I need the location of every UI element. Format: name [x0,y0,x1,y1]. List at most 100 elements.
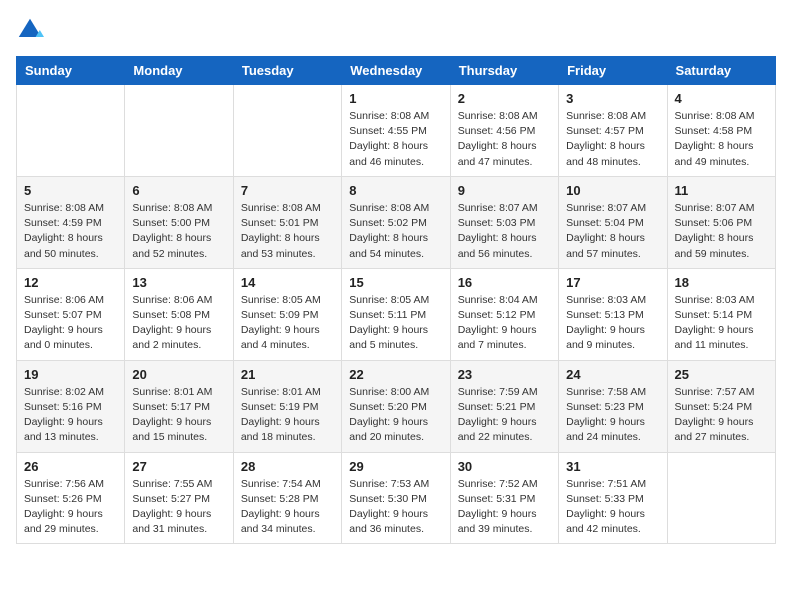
calendar-header: SundayMondayTuesdayWednesdayThursdayFrid… [17,57,776,85]
day-info: Sunrise: 7:56 AM Sunset: 5:26 PM Dayligh… [24,477,117,538]
calendar-cell: 31 Sunrise: 7:51 AM Sunset: 5:33 PM Dayli… [559,452,667,544]
day-number: 1 [349,91,442,106]
calendar-cell: 9 Sunrise: 8:07 AM Sunset: 5:03 PM Daylig… [450,176,558,268]
day-info: Sunrise: 7:53 AM Sunset: 5:30 PM Dayligh… [349,477,442,538]
day-number: 8 [349,183,442,198]
day-info: Sunrise: 8:04 AM Sunset: 5:12 PM Dayligh… [458,293,551,354]
day-number: 24 [566,367,659,382]
day-number: 17 [566,275,659,290]
day-info: Sunrise: 8:07 AM Sunset: 5:06 PM Dayligh… [675,201,768,262]
calendar-cell [233,85,341,177]
day-info: Sunrise: 8:08 AM Sunset: 4:59 PM Dayligh… [24,201,117,262]
day-info: Sunrise: 8:08 AM Sunset: 5:01 PM Dayligh… [241,201,334,262]
day-number: 3 [566,91,659,106]
calendar-cell: 23Sunrise: 7:59 AM Sunset: 5:21 PM Dayli… [450,360,558,452]
calendar-cell: 4Sunrise: 8:08 AM Sunset: 4:58 PM Daylig… [667,85,775,177]
weekday-header-row: SundayMondayTuesdayWednesdayThursdayFrid… [17,57,776,85]
day-info: Sunrise: 8:08 AM Sunset: 4:57 PM Dayligh… [566,109,659,170]
calendar-cell: 22 Sunrise: 8:00 AM Sunset: 5:20 PM Dayli… [342,360,450,452]
calendar-cell: 6 Sunrise: 8:08 AM Sunset: 5:00 PM Daylig… [125,176,233,268]
weekday-header-thursday: Thursday [450,57,558,85]
weekday-header-sunday: Sunday [17,57,125,85]
calendar-cell: 30Sunrise: 7:52 AM Sunset: 5:31 PM Dayli… [450,452,558,544]
day-info: Sunrise: 8:08 AM Sunset: 5:02 PM Dayligh… [349,201,442,262]
day-info: Sunrise: 8:01 AM Sunset: 5:17 PM Dayligh… [132,385,225,446]
day-number: 10 [566,183,659,198]
calendar-cell: 20 Sunrise: 8:01 AM Sunset: 5:17 PM Dayli… [125,360,233,452]
day-number: 19 [24,367,117,382]
day-number: 27 [132,459,225,474]
weekday-header-saturday: Saturday [667,57,775,85]
calendar-cell: 7 Sunrise: 8:08 AM Sunset: 5:01 PM Daylig… [233,176,341,268]
day-number: 15 [349,275,442,290]
calendar-cell: 19 Sunrise: 8:02 AM Sunset: 5:16 PM Dayli… [17,360,125,452]
day-number: 13 [132,275,225,290]
day-number: 14 [241,275,334,290]
calendar-cell: 29 Sunrise: 7:53 AM Sunset: 5:30 PM Dayli… [342,452,450,544]
day-number: 31 [566,459,659,474]
day-number: 11 [675,183,768,198]
day-number: 22 [349,367,442,382]
weekday-header-monday: Monday [125,57,233,85]
calendar-cell: 5 Sunrise: 8:08 AM Sunset: 4:59 PM Daylig… [17,176,125,268]
calendar-cell: 13 Sunrise: 8:06 AM Sunset: 5:08 PM Dayli… [125,268,233,360]
weekday-header-tuesday: Tuesday [233,57,341,85]
calendar-cell: 25Sunrise: 7:57 AM Sunset: 5:24 PM Dayli… [667,360,775,452]
day-number: 9 [458,183,551,198]
calendar-cell: 21 Sunrise: 8:01 AM Sunset: 5:19 PM Dayli… [233,360,341,452]
day-number: 2 [458,91,551,106]
day-info: Sunrise: 8:06 AM Sunset: 5:07 PM Dayligh… [24,293,117,354]
day-info: Sunrise: 8:06 AM Sunset: 5:08 PM Dayligh… [132,293,225,354]
calendar-cell: 14 Sunrise: 8:05 AM Sunset: 5:09 PM Dayli… [233,268,341,360]
calendar-cell: 24 Sunrise: 7:58 AM Sunset: 5:23 PM Dayli… [559,360,667,452]
day-info: Sunrise: 8:05 AM Sunset: 5:09 PM Dayligh… [241,293,334,354]
calendar-cell [17,85,125,177]
day-number: 4 [675,91,768,106]
day-info: Sunrise: 8:01 AM Sunset: 5:19 PM Dayligh… [241,385,334,446]
day-number: 29 [349,459,442,474]
day-info: Sunrise: 8:00 AM Sunset: 5:20 PM Dayligh… [349,385,442,446]
weekday-header-wednesday: Wednesday [342,57,450,85]
calendar-cell: 26 Sunrise: 7:56 AM Sunset: 5:26 PM Dayli… [17,452,125,544]
day-info: Sunrise: 8:07 AM Sunset: 5:03 PM Dayligh… [458,201,551,262]
day-info: Sunrise: 7:54 AM Sunset: 5:28 PM Dayligh… [241,477,334,538]
page-header [16,16,776,44]
calendar-cell: 28 Sunrise: 7:54 AM Sunset: 5:28 PM Dayli… [233,452,341,544]
day-info: Sunrise: 8:02 AM Sunset: 5:16 PM Dayligh… [24,385,117,446]
day-info: Sunrise: 8:03 AM Sunset: 5:13 PM Dayligh… [566,293,659,354]
calendar-cell: 3 Sunrise: 8:08 AM Sunset: 4:57 PM Daylig… [559,85,667,177]
day-number: 18 [675,275,768,290]
calendar-cell: 27 Sunrise: 7:55 AM Sunset: 5:27 PM Dayli… [125,452,233,544]
day-number: 5 [24,183,117,198]
day-info: Sunrise: 8:07 AM Sunset: 5:04 PM Dayligh… [566,201,659,262]
calendar-cell [125,85,233,177]
day-info: Sunrise: 7:52 AM Sunset: 5:31 PM Dayligh… [458,477,551,538]
day-number: 26 [24,459,117,474]
calendar-cell: 18Sunrise: 8:03 AM Sunset: 5:14 PM Dayli… [667,268,775,360]
day-number: 21 [241,367,334,382]
weekday-header-friday: Friday [559,57,667,85]
day-info: Sunrise: 7:51 AM Sunset: 5:33 PM Dayligh… [566,477,659,538]
calendar-cell: 10 Sunrise: 8:07 AM Sunset: 5:04 PM Dayli… [559,176,667,268]
day-number: 16 [458,275,551,290]
calendar-week-row: 26 Sunrise: 7:56 AM Sunset: 5:26 PM Dayli… [17,452,776,544]
day-info: Sunrise: 7:57 AM Sunset: 5:24 PM Dayligh… [675,385,768,446]
calendar-week-row: 5 Sunrise: 8:08 AM Sunset: 4:59 PM Daylig… [17,176,776,268]
calendar-cell: 16 Sunrise: 8:04 AM Sunset: 5:12 PM Dayli… [450,268,558,360]
calendar-cell: 17 Sunrise: 8:03 AM Sunset: 5:13 PM Dayli… [559,268,667,360]
calendar-cell: 2 Sunrise: 8:08 AM Sunset: 4:56 PM Daylig… [450,85,558,177]
day-info: Sunrise: 8:08 AM Sunset: 4:55 PM Dayligh… [349,109,442,170]
day-info: Sunrise: 7:55 AM Sunset: 5:27 PM Dayligh… [132,477,225,538]
day-info: Sunrise: 8:08 AM Sunset: 4:56 PM Dayligh… [458,109,551,170]
day-number: 23 [458,367,551,382]
day-number: 12 [24,275,117,290]
calendar-cell: 1 Sunrise: 8:08 AM Sunset: 4:55 PM Daylig… [342,85,450,177]
day-info: Sunrise: 8:08 AM Sunset: 5:00 PM Dayligh… [132,201,225,262]
day-number: 7 [241,183,334,198]
day-number: 6 [132,183,225,198]
day-number: 20 [132,367,225,382]
day-info: Sunrise: 7:58 AM Sunset: 5:23 PM Dayligh… [566,385,659,446]
calendar-cell [667,452,775,544]
calendar-week-row: 12 Sunrise: 8:06 AM Sunset: 5:07 PM Dayli… [17,268,776,360]
day-number: 28 [241,459,334,474]
